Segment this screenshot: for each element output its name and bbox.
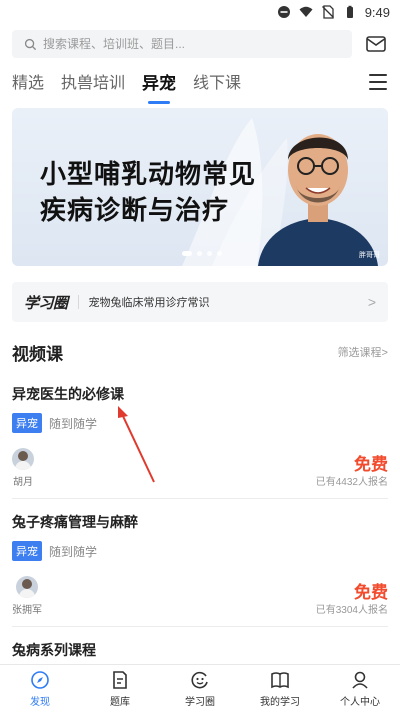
avatar: [16, 576, 38, 598]
mail-icon: [366, 36, 386, 52]
course-title: 兔病系列课程: [12, 642, 96, 658]
nav-label: 发现: [30, 697, 50, 708]
nav-profile[interactable]: 个人中心: [320, 665, 400, 712]
course-card[interactable]: 异宠医生的必修课 异宠 随到随学 胡月 免费 已有4432人报名: [12, 384, 388, 488]
nav-label: 学习圈: [185, 697, 215, 708]
course-card[interactable]: 兔子疼痛管理与麻醉 异宠 随到随学 张拥军 免费 已有3304人报名: [12, 512, 388, 616]
tab-exotic-pets[interactable]: 异宠: [142, 70, 176, 100]
study-circle-post-title: 宠物兔临床常用诊疗常识: [88, 297, 210, 309]
study-circle-icon: [191, 671, 208, 689]
teacher: 胡月: [12, 448, 34, 488]
divider: [12, 626, 388, 627]
top-bar: [12, 30, 392, 58]
do-not-disturb-icon: [277, 5, 291, 19]
teacher-name: 张拥军: [12, 605, 42, 616]
search-input[interactable]: [43, 37, 323, 51]
battery-icon: [343, 5, 357, 19]
search-bar[interactable]: [12, 30, 352, 58]
avatar: [12, 448, 34, 470]
chevron-right-icon: >: [367, 294, 376, 310]
study-circle-card[interactable]: 学习圈 宠物兔临床常用诊疗常识 >: [12, 282, 388, 322]
bottom-navigation: 发现 题库 学习圈 我的学习 个人中心: [0, 664, 400, 712]
wifi-icon: [299, 5, 313, 19]
question-bank-icon: [113, 671, 127, 689]
status-bar: 9:49: [0, 0, 400, 24]
enrollment-count: 已有4432人报名: [315, 477, 388, 488]
status-time: 9:49: [364, 4, 390, 20]
study-circle-logo: 学习圈: [24, 294, 68, 312]
nav-label: 题库: [110, 697, 130, 708]
banner-title-line2: 疾病诊断与治疗: [40, 195, 230, 225]
banner-title-line1: 小型哺乳动物常见: [40, 159, 257, 189]
profile-icon: [352, 671, 368, 689]
compass-icon: [31, 671, 49, 689]
nav-discover[interactable]: 发现: [0, 665, 80, 712]
price: 免费: [354, 455, 388, 474]
instructor-photo: [258, 134, 378, 266]
teacher: 张拥军: [12, 576, 42, 616]
nav-study-circle[interactable]: 学习圈: [160, 665, 240, 712]
category-tabs: 精选 执兽培训 异宠 线下课: [12, 68, 388, 102]
annotation-arrow: [118, 406, 155, 483]
category-tag: 异宠: [12, 413, 42, 433]
course-tags: 异宠 随到随学: [12, 541, 388, 561]
book-icon: [271, 672, 289, 689]
tab-featured[interactable]: 精选: [12, 70, 44, 100]
menu-icon[interactable]: [368, 72, 388, 92]
carousel-indicator: [182, 251, 222, 256]
course-title: 兔子疼痛管理与麻醉: [12, 514, 138, 530]
section-title: 视频课: [12, 344, 63, 364]
tab-vet-training[interactable]: 执兽培训: [61, 70, 125, 100]
learning-mode: 随到随学: [49, 544, 98, 559]
divider: [12, 498, 388, 499]
course-tags: 异宠 随到随学: [12, 413, 388, 433]
banner-badge: 胖哥哥: [359, 252, 380, 259]
search-icon: [24, 38, 37, 50]
promo-banner[interactable]: 小型哺乳动物常见 疾病诊断与治疗 胖哥哥: [12, 108, 388, 266]
nav-label: 我的学习: [260, 697, 300, 708]
divider: [77, 295, 79, 309]
course-title: 异宠医生的必修课: [12, 386, 124, 402]
teacher-name: 胡月: [13, 477, 33, 488]
message-button[interactable]: [365, 33, 387, 55]
price: 免费: [354, 583, 388, 602]
learning-mode: 随到随学: [49, 416, 98, 431]
tab-offline-courses[interactable]: 线下课: [193, 70, 241, 100]
nav-my-learning[interactable]: 我的学习: [240, 665, 320, 712]
enrollment-count: 已有3304人报名: [315, 605, 388, 616]
filter-courses-link[interactable]: 筛选课程>: [338, 344, 388, 360]
category-tag: 异宠: [12, 541, 42, 561]
course-card[interactable]: 兔病系列课程: [12, 640, 388, 660]
no-sim-icon: [321, 5, 335, 19]
video-course-header: 视频课 筛选课程>: [12, 340, 388, 364]
nav-label: 个人中心: [340, 697, 380, 708]
nav-question-bank[interactable]: 题库: [80, 665, 160, 712]
